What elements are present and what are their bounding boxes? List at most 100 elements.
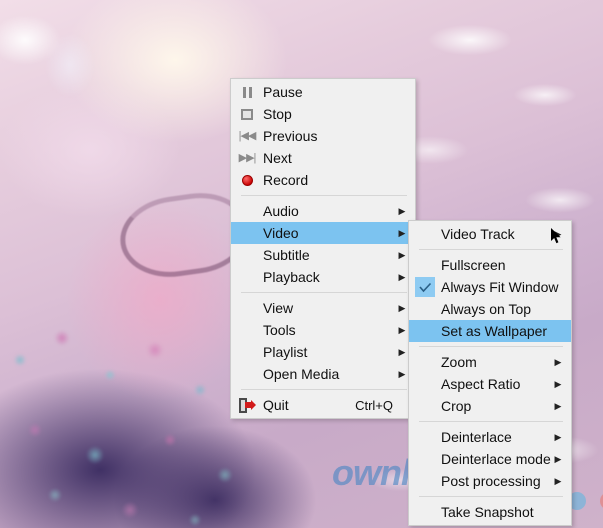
menu-item-video[interactable]: Video ▶ bbox=[231, 222, 415, 244]
screen: ownload .com.vn PauseStop|◀◀Previous▶▶|N… bbox=[0, 0, 603, 528]
menu-item-subtitle[interactable]: Subtitle ▶ bbox=[231, 244, 415, 266]
submenu-arrow-icon: ▶ bbox=[554, 476, 562, 486]
submenu-arrow-icon: ▶ bbox=[398, 347, 406, 357]
submenu-item-aspect-ratio[interactable]: Aspect Ratio ▶ bbox=[409, 373, 571, 395]
menu-item-shortcut: Ctrl+Q bbox=[355, 397, 393, 413]
menu-item-label: Audio bbox=[263, 203, 299, 219]
submenu-item-take-snapshot[interactable]: Take Snapshot bbox=[409, 501, 571, 523]
submenu-item-label: Take Snapshot bbox=[441, 504, 534, 520]
submenu-separator bbox=[419, 421, 563, 422]
menu-item-icon bbox=[231, 394, 263, 416]
submenu-item-label: Video Track bbox=[441, 226, 515, 242]
submenu-item-video-track[interactable]: Video Track ▶ bbox=[409, 223, 571, 245]
menu-item-icon: ▶▶| bbox=[231, 147, 263, 169]
menu-item-view[interactable]: View ▶ bbox=[231, 297, 415, 319]
menu-item-quit[interactable]: Quit Ctrl+Q bbox=[231, 394, 415, 416]
submenu-arrow-icon: ▶ bbox=[554, 454, 562, 464]
submenu-item-label: Set as Wallpaper bbox=[441, 323, 548, 339]
menu-item-icon bbox=[231, 341, 263, 363]
submenu-item-fullscreen[interactable]: Fullscreen bbox=[409, 254, 571, 276]
submenu-item-post-processing[interactable]: Post processing ▶ bbox=[409, 470, 571, 492]
menu-item-label: Quit bbox=[263, 397, 289, 413]
submenu-item-check bbox=[409, 426, 441, 448]
menu-item-icon bbox=[231, 222, 263, 244]
submenu-item-zoom[interactable]: Zoom ▶ bbox=[409, 351, 571, 373]
submenu-item-check bbox=[409, 276, 441, 298]
quit-icon bbox=[239, 397, 256, 413]
video-submenu[interactable]: Video Track ▶ Fullscreen Always Fit Window A… bbox=[408, 220, 572, 526]
submenu-item-check bbox=[409, 223, 441, 245]
submenu-arrow-icon: ▶ bbox=[398, 272, 406, 282]
submenu-item-label: Crop bbox=[441, 398, 472, 414]
submenu-arrow-icon: ▶ bbox=[398, 325, 406, 335]
submenu-item-label: Zoom bbox=[441, 354, 477, 370]
main-context-menu[interactable]: Pause Stop |◀◀ Previous ▶▶| Next Record Audio ▶ V… bbox=[230, 78, 416, 419]
menu-item-icon bbox=[231, 200, 263, 222]
menu-item-label: Tools bbox=[263, 322, 296, 338]
submenu-item-set-as-wallpaper[interactable]: Set as Wallpaper bbox=[409, 320, 571, 342]
menu-item-label: Subtitle bbox=[263, 247, 310, 263]
submenu-item-check bbox=[409, 254, 441, 276]
pause-icon bbox=[242, 86, 252, 98]
menu-item-label: Playlist bbox=[263, 344, 308, 360]
menu-item-label: Next bbox=[263, 150, 292, 166]
submenu-separator bbox=[419, 249, 563, 250]
menu-item-label: Pause bbox=[263, 84, 303, 100]
previous-icon: |◀◀ bbox=[238, 129, 257, 142]
menu-item-icon bbox=[231, 297, 263, 319]
menu-item-label: Record bbox=[263, 172, 309, 188]
menu-item-icon bbox=[231, 244, 263, 266]
menu-separator bbox=[241, 389, 407, 390]
menu-item-open-media[interactable]: Open Media ▶ bbox=[231, 363, 415, 385]
menu-item-pause[interactable]: Pause bbox=[231, 81, 415, 103]
submenu-item-label: Aspect Ratio bbox=[441, 376, 521, 392]
menu-item-icon bbox=[231, 363, 263, 385]
menu-item-label: Playback bbox=[263, 269, 320, 285]
submenu-item-label: Always on Top bbox=[441, 301, 532, 317]
menu-item-record[interactable]: Record bbox=[231, 169, 415, 191]
menu-separator bbox=[241, 195, 407, 196]
submenu-item-check bbox=[409, 373, 441, 395]
menu-item-playlist[interactable]: Playlist ▶ bbox=[231, 341, 415, 363]
submenu-item-check bbox=[409, 501, 441, 523]
menu-item-next[interactable]: ▶▶| Next bbox=[231, 147, 415, 169]
submenu-item-label: Deinterlace mode bbox=[441, 451, 551, 467]
menu-item-label: Stop bbox=[263, 106, 292, 122]
submenu-arrow-icon: ▶ bbox=[554, 401, 562, 411]
submenu-arrow-icon: ▶ bbox=[554, 432, 562, 442]
submenu-item-deinterlace-mode[interactable]: Deinterlace mode ▶ bbox=[409, 448, 571, 470]
menu-item-icon bbox=[231, 319, 263, 341]
menu-separator bbox=[241, 292, 407, 293]
submenu-item-always-on-top[interactable]: Always on Top bbox=[409, 298, 571, 320]
submenu-item-always-fit-window[interactable]: Always Fit Window bbox=[409, 276, 571, 298]
submenu-item-crop[interactable]: Crop ▶ bbox=[409, 395, 571, 417]
submenu-item-check bbox=[409, 448, 441, 470]
mouse-cursor-icon bbox=[551, 228, 561, 244]
submenu-item-check bbox=[409, 298, 441, 320]
stop-icon bbox=[241, 108, 253, 120]
record-icon bbox=[241, 174, 253, 186]
submenu-item-label: Fullscreen bbox=[441, 257, 506, 273]
submenu-arrow-icon: ▶ bbox=[398, 250, 406, 260]
submenu-item-label: Always Fit Window bbox=[441, 279, 559, 295]
submenu-item-check bbox=[409, 351, 441, 373]
menu-item-audio[interactable]: Audio ▶ bbox=[231, 200, 415, 222]
submenu-item-check bbox=[409, 470, 441, 492]
menu-item-playback[interactable]: Playback ▶ bbox=[231, 266, 415, 288]
menu-item-icon: |◀◀ bbox=[231, 125, 263, 147]
menu-item-icon bbox=[231, 103, 263, 125]
menu-item-label: View bbox=[263, 300, 294, 316]
submenu-arrow-icon: ▶ bbox=[398, 228, 406, 238]
menu-item-icon bbox=[231, 266, 263, 288]
submenu-item-deinterlace[interactable]: Deinterlace ▶ bbox=[409, 426, 571, 448]
submenu-arrow-icon: ▶ bbox=[554, 379, 562, 389]
menu-item-previous[interactable]: |◀◀ Previous bbox=[231, 125, 415, 147]
menu-item-icon bbox=[231, 81, 263, 103]
hair-bow-region bbox=[0, 5, 100, 100]
submenu-item-check bbox=[409, 320, 441, 342]
floral-dress-region bbox=[0, 320, 250, 528]
menu-item-stop[interactable]: Stop bbox=[231, 103, 415, 125]
menu-item-tools[interactable]: Tools ▶ bbox=[231, 319, 415, 341]
submenu-arrow-icon: ▶ bbox=[398, 206, 406, 216]
menu-item-label: Open Media bbox=[263, 366, 340, 382]
